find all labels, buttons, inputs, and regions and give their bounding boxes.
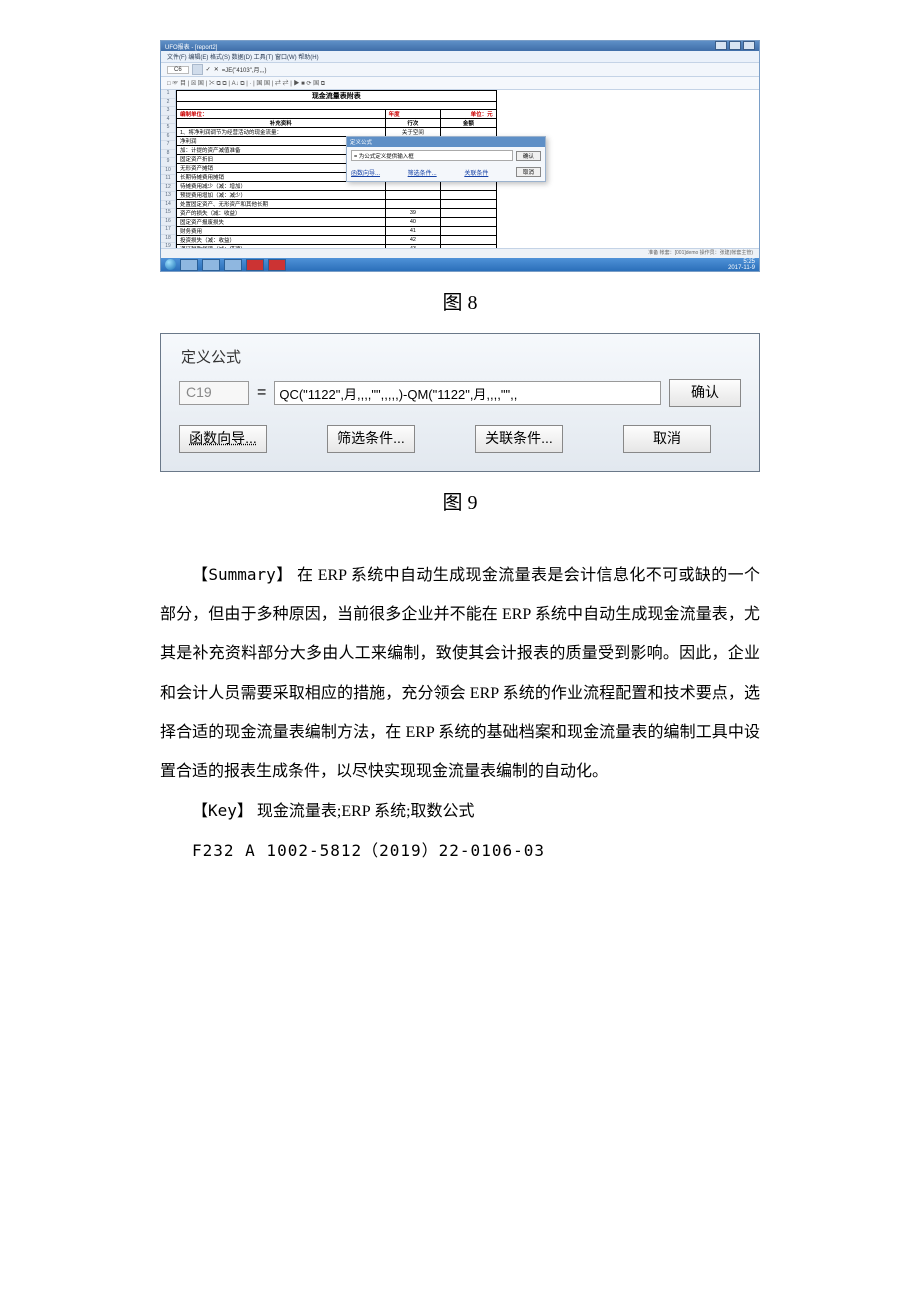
col-header-b: 行次 [385, 119, 441, 128]
body-text-block: 【Summary】 在 ERP 系统中自动生成现金流量表是会计信息化不可或缺的一… [160, 555, 760, 871]
header-compile-unit: 编制单位： [177, 110, 386, 119]
row-number-gutter: 123456789101112131415161718192021222324 [161, 90, 176, 265]
window-buttons[interactable] [713, 41, 755, 52]
table-row[interactable]: 待摊费用减少（减：增加） [177, 182, 497, 191]
check-icon[interactable]: ✓ [206, 66, 211, 73]
formula-dialog-fig8[interactable]: 定义公式 确认 函数向导... 筛选条件... 关联条件 取消 [346, 136, 546, 182]
header-unit: 单位：元 [441, 110, 497, 119]
taskbar[interactable]: 5:25 2017-11-9 [161, 258, 759, 271]
formula-bar-value[interactable]: =JE("4103",月,,,) [222, 65, 267, 74]
col-header-c: 金额 [441, 119, 497, 128]
summary-text: 在 ERP 系统中自动生成现金流量表是会计信息化不可或缺的一个部分，但由于多种原… [160, 567, 760, 780]
table-row[interactable]: 经营性应付项目的增加（减：减少）46 [177, 272, 497, 273]
function-wizard-button[interactable]: 函数向导... [351, 168, 380, 177]
function-wizard-button[interactable]: 函数向导... [179, 425, 267, 453]
taskbar-clock: 5:25 2017-11-9 [728, 259, 755, 271]
cancel-button[interactable]: 取消 [623, 425, 711, 453]
ok-button[interactable]: 确认 [669, 379, 741, 407]
classification-codes: F232 A 1002-5812（2019）22-0106-03 [160, 831, 760, 870]
status-bar: 准备 帐套：[001]demo 操作员：张建(帐套主管) [161, 248, 759, 258]
taskbar-item[interactable] [224, 259, 242, 271]
window-title: UFO报表 - [report2] [165, 42, 217, 51]
table-row[interactable]: 固定资产报废损失40 [177, 218, 497, 227]
cell-ref-box[interactable]: C19 [179, 381, 249, 405]
toolbar-icon[interactable] [192, 64, 203, 75]
col-header-a: 补充资料 [177, 119, 386, 128]
cross-icon[interactable]: ✕ [214, 66, 219, 73]
equals-sign: = [257, 384, 266, 402]
table-row[interactable]: 投资损失（减：收益）42 [177, 236, 497, 245]
taskbar-item[interactable] [202, 259, 220, 271]
table-row[interactable]: 处置固定资产、无形资产和其他长期 [177, 200, 497, 209]
window-titlebar: UFO报表 - [report2] [161, 41, 759, 51]
key-label: 【Key】 [192, 801, 253, 820]
taskbar-item[interactable] [268, 259, 286, 271]
dialog-title: 定义公式 [347, 137, 545, 147]
cell-reference-box[interactable]: C6 [167, 66, 189, 74]
erp-screenshot-fig8: UFO报表 - [report2] 文件(F) 编辑(E) 格式(S) 数据(D… [160, 40, 760, 272]
assoc-button[interactable]: 关联条件 [464, 168, 488, 177]
header-year: 年度 [385, 110, 441, 119]
start-orb-icon[interactable] [165, 259, 176, 270]
secondary-toolbar[interactable]: □ ☞ 目 | ☒ 国 | ✂ ⧉ ⧉ | A↓ ⧉ | · | 国 国 | ⇄… [161, 77, 759, 90]
taskbar-item[interactable] [180, 259, 198, 271]
menu-bar[interactable]: 文件(F) 编辑(E) 格式(S) 数据(D) 工具(T) 窗口(W) 帮助(H… [161, 51, 759, 63]
figure-8-caption: 图 8 [160, 286, 760, 315]
ok-button[interactable]: 确认 [516, 151, 541, 161]
key-text: 现金流量表;ERP 系统;取数公式 [253, 803, 475, 820]
table-row[interactable]: 预提费用增加（减：减少） [177, 191, 497, 200]
dialog-title: 定义公式 [179, 344, 741, 379]
summary-label: 【Summary】 [192, 565, 293, 584]
table-row[interactable]: 资产的损失（减：收益）39 [177, 209, 497, 218]
formula-input[interactable]: QC("1122",月,,,,"",,,,,)-QM("1122",月,,,,"… [274, 381, 661, 405]
filter-button[interactable]: 筛选条件... [327, 425, 415, 453]
formula-toolbar: C6 ✓ ✕ =JE("4103",月,,,) [161, 63, 759, 77]
table-title: 现金流量表附表 [177, 91, 497, 102]
filter-button[interactable]: 筛选条件... [408, 168, 437, 177]
cancel-button[interactable]: 取消 [516, 167, 541, 177]
assoc-button[interactable]: 关联条件... [475, 425, 563, 453]
spreadsheet-area[interactable]: 现金流量表附表 编制单位： 年度 单位：元 补充资料 行次 金额 1、将净利润调… [176, 90, 759, 265]
figure-9-caption: 图 9 [160, 486, 760, 515]
formula-dialog-fig9: 定义公式 C19 = QC("1122",月,,,,"",,,,,)-QM("1… [160, 333, 760, 472]
taskbar-item[interactable] [246, 259, 264, 271]
formula-input[interactable] [351, 150, 513, 161]
table-row[interactable]: 财务费用41 [177, 227, 497, 236]
